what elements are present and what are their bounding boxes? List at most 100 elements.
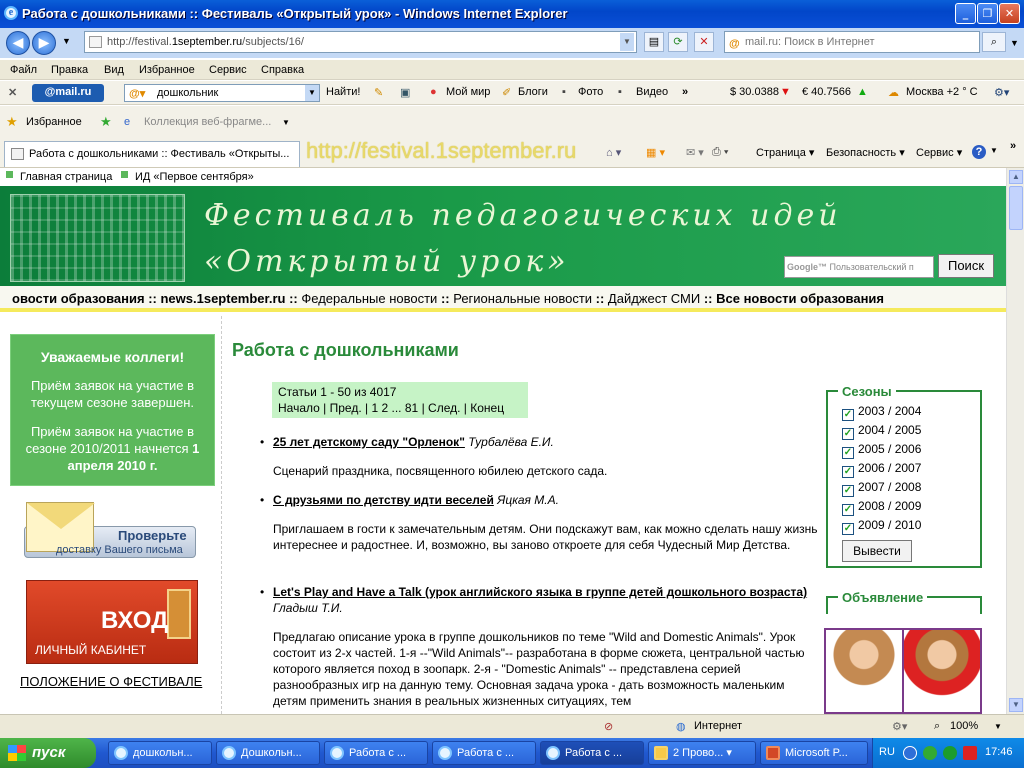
search-input[interactable]: @ mail.ru: Поиск в Интернет [724,31,980,53]
query-dropdown-icon[interactable]: ▼ [305,85,319,101]
feeds-icon[interactable]: ▦ ▾ [646,146,665,159]
nav-home-link[interactable]: Главная страница [20,171,112,183]
help-dropdown-icon[interactable]: ▼ [990,146,998,155]
webslice-gallery-link[interactable]: Коллекция веб-фрагме... [144,116,271,128]
pager-page-81[interactable]: 81 [405,401,418,415]
toolbar-close-icon[interactable]: ✕ [8,86,17,99]
tab-active[interactable]: Работа с дошкольниками :: Фестиваль «Отк… [4,141,300,167]
ad-image[interactable] [824,628,982,714]
popup-blocked-icon[interactable]: ⊘ [604,720,613,733]
tools-menu[interactable]: Сервис ▾ [916,146,962,159]
news-link-federal[interactable]: Федеральные новости [301,291,437,306]
news-link-regional[interactable]: Региональные новости [453,291,592,306]
print-icon[interactable]: ⎙ ▾ [712,146,728,159]
page-search-icon[interactable]: ▣ [400,86,410,99]
check-delivery-banner[interactable]: Проверьте доставку Вашего письма [22,496,198,566]
pager-end[interactable]: Конец [470,401,504,415]
checkbox-checked-icon[interactable]: ✓ [842,523,854,535]
history-dropdown-icon[interactable]: ▼ [62,36,71,46]
stop-icon[interactable]: ✕ [694,32,714,52]
season-checkbox[interactable]: ✓ 2007 / 2008 [842,480,921,497]
google-search-input[interactable]: Google™ Пользовательский п [784,256,934,278]
season-checkbox[interactable]: ✓ 2005 / 2006 [842,442,921,459]
google-search-button[interactable]: Поиск [938,254,994,278]
zoom-level[interactable]: 100% [950,720,978,732]
checkbox-checked-icon[interactable]: ✓ [842,447,854,459]
link-blogs[interactable]: Блоги [518,86,548,98]
language-indicator[interactable]: RU [879,746,895,758]
checkbox-checked-icon[interactable]: ✓ [842,466,854,478]
add-favorite-icon[interactable]: ★ [100,114,112,130]
scroll-up-icon[interactable]: ▲ [1009,170,1023,184]
taskbar-item[interactable]: Microsoft P... [760,741,868,765]
page-menu[interactable]: Страница ▾ [756,146,814,159]
search-go-icon[interactable]: ⌕ [982,32,1006,52]
menu-edit[interactable]: Правка [51,64,88,76]
checkbox-checked-icon[interactable]: ✓ [842,485,854,497]
news-link-education[interactable]: овости образования [12,291,145,306]
vertical-scrollbar[interactable]: ▲ ▼ [1006,168,1024,714]
minimize-button[interactable]: _ [955,3,976,24]
gallery-dropdown-icon[interactable]: ▼ [282,118,290,127]
find-button[interactable]: Найти! [326,86,360,98]
menu-favorites[interactable]: Избранное [139,64,195,76]
compat-view-icon[interactable]: ▤ [644,32,664,52]
address-dropdown-icon[interactable]: ▼ [620,33,634,51]
article-title-link[interactable]: С друзьями по детству идти веселей [273,493,494,507]
news-link-site[interactable]: news.1september.ru [160,291,285,306]
scroll-thumb[interactable] [1009,186,1023,230]
start-button[interactable]: пуск [0,738,96,768]
pager-next[interactable]: След. [428,401,460,415]
forward-button[interactable]: ▶ [32,31,56,55]
season-checkbox[interactable]: ✓ 2004 / 2005 [842,423,921,440]
address-bar[interactable]: http://festival.1september.ru/subjects/1… [84,31,637,53]
taskbar-item[interactable]: 2 Прово... ▾ [648,741,756,765]
favorites-button[interactable]: Избранное [26,116,82,128]
safety-menu[interactable]: Безопасность ▾ [826,146,905,159]
network-icon[interactable] [923,746,937,760]
home-icon[interactable]: ⌂ ▾ [606,146,621,159]
news-link-all[interactable]: Все новости образования [716,291,884,306]
season-checkbox[interactable]: ✓ 2006 / 2007 [842,461,921,478]
nav-publisher-link[interactable]: ИД «Первое сентября» [135,171,254,183]
back-button[interactable]: ◀ [6,31,30,55]
pager-page-2[interactable]: 2 [381,401,388,415]
taskbar-item[interactable]: Работа с ... [432,741,536,765]
show-button[interactable]: Вывести [842,540,912,562]
taskbar-item[interactable]: дошкольн... [108,741,212,765]
settings-icon[interactable]: ⚙▾ [994,86,1009,99]
menu-help[interactable]: Справка [261,64,304,76]
taskbar-item[interactable]: Работа с ... [324,741,428,765]
mailru-logo[interactable]: @mail.ru [32,84,104,102]
mailru-search-field[interactable]: @▾ дошкольник ▼ [124,84,320,102]
checkbox-checked-icon[interactable]: ✓ [842,409,854,421]
article-title-link[interactable]: Let's Play and Have a Talk (урок английс… [273,585,807,599]
checkbox-checked-icon[interactable]: ✓ [842,428,854,440]
scroll-down-icon[interactable]: ▼ [1009,698,1023,712]
article-title-link[interactable]: 25 лет детскому саду "Орленок" [273,435,465,449]
protected-mode-icon[interactable]: ⚙▾ [892,720,907,733]
menu-file[interactable]: Файл [10,64,37,76]
season-checkbox[interactable]: ✓ 2003 / 2004 [842,404,921,421]
link-video[interactable]: Видео [636,86,668,98]
antivirus-icon[interactable] [943,746,957,760]
toolbar-more-icon[interactable]: » [682,86,688,98]
login-banner[interactable]: ВХОД ЛИЧНЫЙ КАБИНЕТ [26,580,198,664]
weather-text[interactable]: Москва +2 ° C [906,86,978,98]
season-checkbox[interactable]: ✓ 2009 / 2010 [842,518,921,535]
kaspersky-icon[interactable] [963,746,977,760]
maximize-button[interactable]: ❐ [977,3,998,24]
news-link-digest[interactable]: Дайджест СМИ [608,291,700,306]
close-button[interactable]: ✕ [999,3,1020,24]
taskbar-item-active[interactable]: Работа с ... [540,741,644,765]
link-photo[interactable]: Фото [578,86,603,98]
zoom-dropdown-icon[interactable]: ▼ [994,722,1002,731]
refresh-icon[interactable]: ⟳ [668,32,688,52]
menu-view[interactable]: Вид [104,64,124,76]
highlight-icon[interactable]: ✎ [374,86,383,99]
season-checkbox[interactable]: ✓ 2008 / 2009 [842,499,921,516]
mail-icon[interactable]: ✉ ▾ [686,146,704,159]
menu-tools[interactable]: Сервис [209,64,247,76]
regulation-link[interactable]: ПОЛОЖЕНИЕ О ФЕСТИВАЛЕ [20,674,202,689]
taskbar-item[interactable]: Дошкольн... [216,741,320,765]
